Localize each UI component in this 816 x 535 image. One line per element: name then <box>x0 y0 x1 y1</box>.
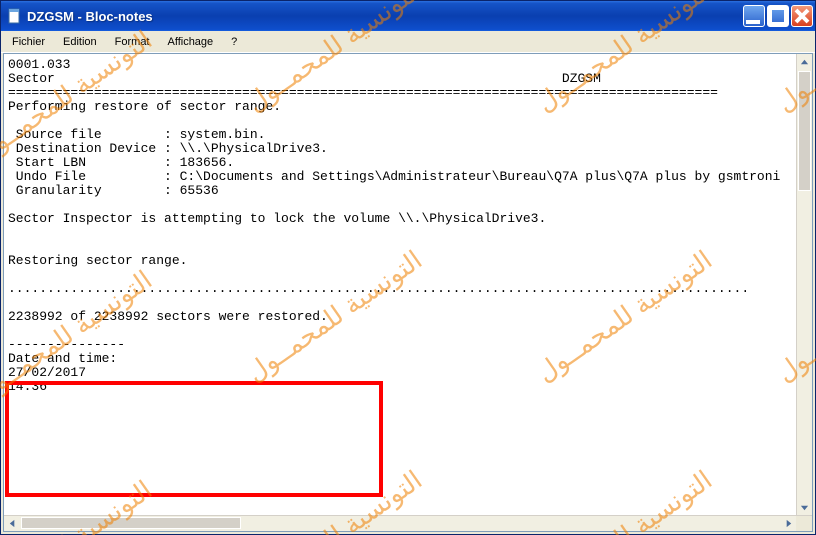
notepad-icon <box>7 8 23 24</box>
text-line: Sector DZGSM <box>8 71 601 86</box>
menu-format[interactable]: Format <box>106 34 159 50</box>
text-line: Destination Device : \\.\PhysicalDrive3. <box>8 141 328 156</box>
scroll-left-icon[interactable] <box>4 516 20 531</box>
maximize-button[interactable] <box>767 5 789 27</box>
scroll-thumb-vertical[interactable] <box>798 71 811 191</box>
text-line: Start LBN : 183656. <box>8 155 234 170</box>
text-line: 2238992 of 2238992 sectors were restored… <box>8 309 328 324</box>
scroll-thumb-horizontal[interactable] <box>21 517 241 529</box>
text-line: Date and time: <box>8 351 117 366</box>
text-line: ========================================… <box>8 85 718 100</box>
text-line: 14:36 <box>8 379 47 394</box>
close-button[interactable] <box>791 5 813 27</box>
menu-view[interactable]: Affichage <box>159 34 223 50</box>
text-line: Performing restore of sector range. <box>8 99 281 114</box>
text-line: Granularity : 65536 <box>8 183 219 198</box>
vertical-scrollbar[interactable] <box>796 54 812 515</box>
text-line: Undo File : C:\Documents and Settings\Ad… <box>8 169 780 184</box>
menu-edit[interactable]: Edition <box>54 34 106 50</box>
title-bar[interactable]: DZGSM - Bloc-notes <box>1 1 815 31</box>
text-line: Sector Inspector is attempting to lock t… <box>8 211 546 226</box>
text-line: 0001.033 <box>8 57 70 72</box>
menu-file[interactable]: Fichier <box>3 34 54 50</box>
text-line: 27/02/2017 <box>8 365 86 380</box>
minimize-button[interactable] <box>743 5 765 27</box>
scroll-right-icon[interactable] <box>780 516 796 531</box>
text-area-container: 0001.033 Sector DZGSM ==================… <box>3 53 813 532</box>
text-line: --------------- <box>8 337 125 352</box>
text-line: Source file : system.bin. <box>8 127 265 142</box>
text-area[interactable]: 0001.033 Sector DZGSM ==================… <box>4 54 796 515</box>
horizontal-scrollbar[interactable] <box>4 515 812 531</box>
text-line: ........................................… <box>8 281 749 296</box>
scroll-down-icon[interactable] <box>797 499 812 515</box>
scroll-up-icon[interactable] <box>797 54 812 70</box>
menu-help[interactable]: ? <box>222 34 246 50</box>
scroll-corner <box>796 516 812 532</box>
text-line: Restoring sector range. <box>8 253 187 268</box>
menu-bar: Fichier Edition Format Affichage ? <box>1 31 815 53</box>
window-title: DZGSM - Bloc-notes <box>27 9 743 24</box>
notepad-window: DZGSM - Bloc-notes Fichier Edition Forma… <box>0 0 816 535</box>
